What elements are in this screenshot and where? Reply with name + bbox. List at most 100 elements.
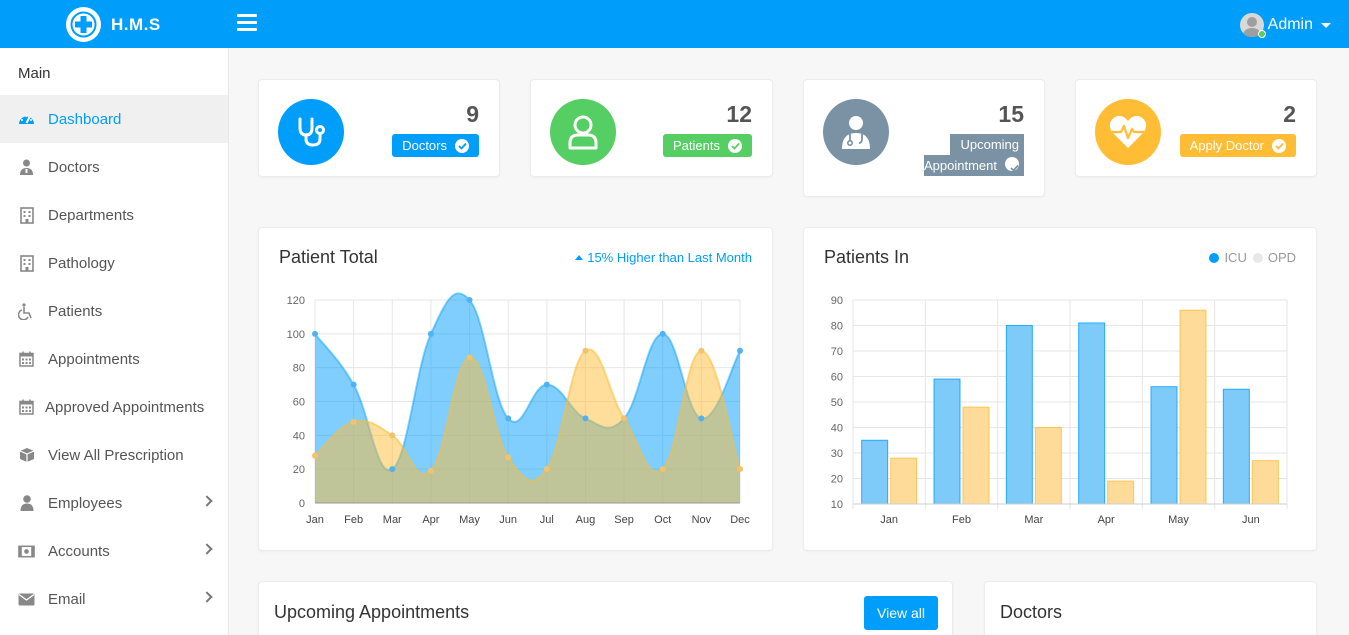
heartbeat-icon (1095, 99, 1161, 165)
sidebar-item-label: Patients (48, 302, 103, 320)
appointments-badge[interactable]: Upcoming Appointment (924, 134, 1024, 176)
dashboard-icon (18, 111, 35, 128)
data-point (659, 466, 666, 473)
y-tick-label: 80 (831, 321, 843, 333)
plus-icon (66, 7, 101, 42)
y-tick-label: 100 (287, 329, 305, 341)
y-tick-label: 50 (831, 397, 843, 409)
sidebar-item-accounts[interactable]: Accounts (0, 527, 228, 575)
bar-icu (1005, 325, 1033, 505)
chevron-right-icon (201, 591, 213, 603)
x-tick-label: Mar (383, 514, 402, 526)
apply-doctor-badge[interactable]: Apply Doctor (1179, 134, 1296, 157)
sidebar-item-label: View All Prescription (48, 446, 184, 464)
patient-total-card: Patient Total 15% Higher than Last Month… (258, 227, 773, 551)
data-point (582, 347, 589, 354)
sidebar-item-view-all-prescription[interactable]: View All Prescription (0, 431, 228, 479)
y-tick-label: 60 (293, 397, 305, 409)
y-tick-label: 90 (831, 295, 843, 307)
y-tick-label: 120 (287, 295, 305, 307)
data-point (466, 297, 473, 303)
user-menu[interactable]: Admin (1239, 13, 1331, 38)
wheelchair-icon (18, 302, 35, 320)
patient-total-chart: 0 20 40 60 80 100 120 Jan Feb Mar Apr May Jun Jul Aug S… (287, 292, 750, 526)
stethoscope-icon (278, 99, 344, 165)
x-tick-label: Feb (344, 514, 363, 526)
user-outline-icon (550, 99, 616, 165)
view-all-button[interactable]: View all (864, 596, 938, 630)
check-icon (728, 138, 742, 153)
sidebar-item-label: Appointments (48, 350, 140, 368)
doctors-count: 9 (466, 101, 479, 127)
sidebar-item-approved-appointments[interactable]: Approved Appointments (0, 383, 228, 431)
hospital-icon (18, 206, 35, 224)
x-tick-label: Nov (692, 514, 712, 526)
sidebar-item-departments[interactable]: Departments (0, 191, 228, 239)
data-point (543, 381, 550, 388)
sidebar-item-appointments[interactable]: Appointments (0, 335, 228, 383)
y-tick-label: 30 (831, 448, 843, 460)
calendar-icon (18, 351, 35, 368)
check-icon (455, 138, 469, 153)
upcoming-appointments-card: Upcoming Appointments View all (258, 581, 953, 635)
y-tick-label: 40 (293, 430, 305, 442)
stat-card-doctors: 9 Doctors (258, 79, 500, 177)
x-tick-label: Apr (422, 514, 439, 526)
envelope-icon (18, 591, 35, 608)
upcoming-appointments-title: Upcoming Appointments (274, 602, 470, 622)
bar-opd (1107, 480, 1135, 505)
stat-card-appointments: 15 Upcoming Appointment (803, 79, 1045, 197)
user-doctor-icon (18, 159, 35, 176)
data-point (582, 415, 589, 422)
sidebar-item-employees[interactable]: Employees (0, 479, 228, 527)
x-tick-label: May (1168, 514, 1189, 526)
sidebar-item-dashboard[interactable]: Dashboard (0, 95, 228, 143)
data-point (427, 467, 434, 474)
menu-toggle-icon[interactable] (237, 14, 257, 32)
x-tick-label: Jan (880, 514, 898, 526)
bar-opd (1251, 460, 1279, 505)
bar-icu (1078, 322, 1106, 505)
badge-label: Patients (673, 138, 720, 153)
appointments-count: 15 (998, 101, 1024, 127)
data-point (389, 466, 396, 473)
data-point (427, 330, 434, 337)
bar-icu (933, 378, 961, 505)
data-point (312, 330, 318, 337)
bar-opd (890, 457, 918, 505)
sidebar-item-doctors[interactable]: Doctors (0, 143, 228, 191)
badge-label-text: Appointment (924, 155, 997, 176)
sidebar-item-label: Email (48, 590, 86, 608)
x-tick-label: Jun (1242, 514, 1260, 526)
sidebar-item-label: Departments (48, 206, 134, 224)
y-tick-label: 80 (293, 363, 305, 375)
data-point (350, 381, 357, 388)
apply-doctor-count: 2 (1283, 101, 1296, 127)
sidebar-item-pathology[interactable]: Pathology (0, 239, 228, 287)
badge-label: Apply Doctor (1189, 138, 1264, 153)
x-tick-label: Jan (306, 514, 324, 526)
data-point (621, 415, 628, 422)
check-icon (1272, 138, 1286, 153)
patients-badge[interactable]: Patients (663, 134, 752, 157)
x-tick-label: Apr (1098, 514, 1115, 526)
doctors-badge[interactable]: Doctors (392, 134, 479, 157)
bar-icu (1222, 388, 1250, 505)
top-header: H.M.S Admin (0, 0, 1349, 48)
patients-in-card: Patients In ICU OPD 10 20 30 40 50 60 70 80 90 Ja… (803, 227, 1317, 551)
sidebar-item-patients[interactable]: Patients (0, 287, 228, 335)
x-tick-label: Feb (952, 514, 971, 526)
x-tick-label: Sep (614, 514, 634, 526)
user-name: Admin (1267, 16, 1313, 33)
user-md-icon (823, 99, 889, 165)
y-tick-label: 20 (293, 464, 305, 476)
x-tick-label: Aug (576, 514, 596, 526)
badge-label-line1: Upcoming (950, 134, 1024, 155)
app-logo[interactable]: H.M.S (66, 7, 161, 42)
bar-opd (1179, 309, 1207, 505)
data-point (389, 432, 396, 439)
sidebar-item-email[interactable]: Email (0, 575, 228, 623)
x-tick-label: Oct (654, 514, 671, 526)
badge-label-line2: Appointment (924, 155, 1024, 176)
y-tick-label: 60 (831, 372, 843, 384)
